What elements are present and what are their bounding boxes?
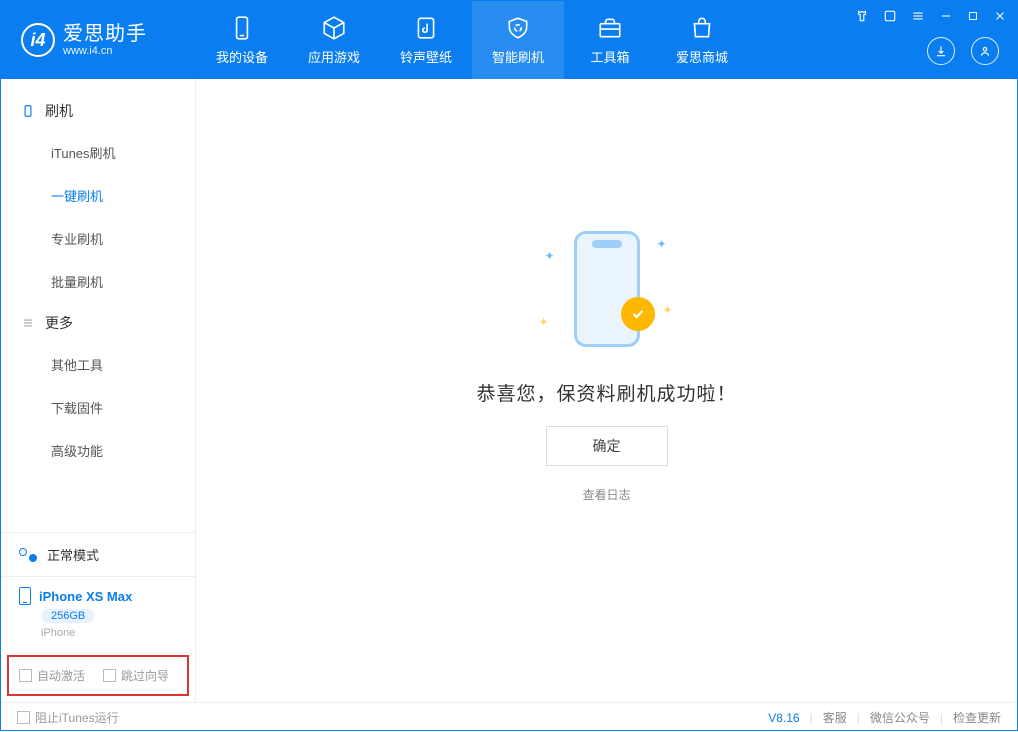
feedback-icon[interactable] xyxy=(883,9,897,23)
sparkle-icon: ✦ xyxy=(539,315,549,329)
device-info-row[interactable]: iPhone XS Max 256GB iPhone xyxy=(1,577,195,649)
cube-icon xyxy=(321,15,347,41)
device-capacity: 256GB xyxy=(41,609,95,623)
skip-guide-checkbox[interactable]: 跳过向导 xyxy=(103,667,169,684)
tab-my-device[interactable]: 我的设备 xyxy=(196,1,288,79)
success-message: 恭喜您，保资料刷机成功啦！ xyxy=(476,379,736,406)
toolbox-icon xyxy=(597,15,623,41)
user-icon xyxy=(978,44,992,58)
close-icon[interactable] xyxy=(993,9,1007,23)
sidebar: 刷机 iTunes刷机 一键刷机 专业刷机 批量刷机 更多 其他工具 下载固件 … xyxy=(1,79,196,702)
sidebar-group-more[interactable]: 更多 xyxy=(1,303,195,343)
mode-icon xyxy=(19,546,37,564)
check-update-link[interactable]: 检查更新 xyxy=(953,709,1001,726)
tab-smart-flash[interactable]: 智能刷机 xyxy=(472,1,564,79)
device-panel: 正常模式 iPhone XS Max 256GB iPhone 自动激活 跳过向… xyxy=(1,532,195,702)
device-name: iPhone XS Max xyxy=(39,589,132,604)
block-itunes-checkbox[interactable]: 阻止iTunes运行 xyxy=(17,709,119,726)
maximize-icon[interactable] xyxy=(967,10,979,22)
app-header: i4 爱思助手 www.i4.cn 我的设备 应用游戏 铃声壁纸 智能刷机 工具… xyxy=(1,1,1017,79)
download-button[interactable] xyxy=(927,37,955,65)
device-mode-label: 正常模式 xyxy=(47,545,99,564)
nav-tabs: 我的设备 应用游戏 铃声壁纸 智能刷机 工具箱 爱思商城 xyxy=(196,1,748,79)
list-icon xyxy=(21,316,35,330)
device-small-icon xyxy=(21,104,35,118)
view-log-link[interactable]: 查看日志 xyxy=(582,486,630,503)
sidebar-item-other-tools[interactable]: 其他工具 xyxy=(1,343,195,386)
shirt-icon[interactable] xyxy=(855,9,869,23)
phone-small-icon xyxy=(19,587,31,605)
sidebar-item-download-firmware[interactable]: 下载固件 xyxy=(1,386,195,429)
tab-apps-games[interactable]: 应用游戏 xyxy=(288,1,380,79)
menu-icon[interactable] xyxy=(911,9,925,23)
tab-ringtones[interactable]: 铃声壁纸 xyxy=(380,1,472,79)
support-link[interactable]: 客服 xyxy=(823,709,847,726)
refresh-shield-icon xyxy=(505,15,531,41)
sidebar-item-batch-flash[interactable]: 批量刷机 xyxy=(1,260,195,303)
app-title: 爱思助手 xyxy=(63,23,147,45)
check-badge-icon xyxy=(621,297,655,331)
main-content: ✦ ✦ ✦ ✦ 恭喜您，保资料刷机成功啦！ 确定 查看日志 xyxy=(196,79,1017,702)
wechat-link[interactable]: 微信公众号 xyxy=(870,709,930,726)
app-subtitle: www.i4.cn xyxy=(63,45,147,57)
sidebar-group-flash[interactable]: 刷机 xyxy=(1,91,195,131)
logo-icon: i4 xyxy=(21,23,55,57)
minimize-icon[interactable] xyxy=(939,9,953,23)
version-label: V8.16 xyxy=(768,711,799,725)
sparkle-icon: ✦ xyxy=(662,303,672,317)
sidebar-item-advanced[interactable]: 高级功能 xyxy=(1,429,195,472)
statusbar: 阻止iTunes运行 V8.16 | 客服 | 微信公众号 | 检查更新 xyxy=(1,702,1017,732)
music-file-icon xyxy=(413,15,439,41)
sidebar-item-itunes-flash[interactable]: iTunes刷机 xyxy=(1,131,195,174)
device-type: iPhone xyxy=(41,627,75,639)
sparkle-icon: ✦ xyxy=(545,249,555,263)
ok-button[interactable]: 确定 xyxy=(546,426,668,466)
device-mode-row[interactable]: 正常模式 xyxy=(1,533,195,577)
header-actions xyxy=(927,37,999,65)
auto-activate-checkbox[interactable]: 自动激活 xyxy=(19,667,85,684)
tab-toolbox[interactable]: 工具箱 xyxy=(564,1,656,79)
user-button[interactable] xyxy=(971,37,999,65)
sidebar-item-oneclick-flash[interactable]: 一键刷机 xyxy=(1,174,195,217)
logo-area: i4 爱思助手 www.i4.cn xyxy=(1,1,196,79)
flash-options-row: 自动激活 跳过向导 xyxy=(7,655,189,696)
sparkle-icon: ✦ xyxy=(656,237,666,251)
sidebar-item-pro-flash[interactable]: 专业刷机 xyxy=(1,217,195,260)
success-illustration: ✦ ✦ ✦ ✦ xyxy=(537,219,677,359)
tab-store[interactable]: 爱思商城 xyxy=(656,1,748,79)
titlebar-controls xyxy=(855,9,1007,23)
download-icon xyxy=(934,44,948,58)
bag-icon xyxy=(689,15,715,41)
phone-icon xyxy=(229,15,255,41)
